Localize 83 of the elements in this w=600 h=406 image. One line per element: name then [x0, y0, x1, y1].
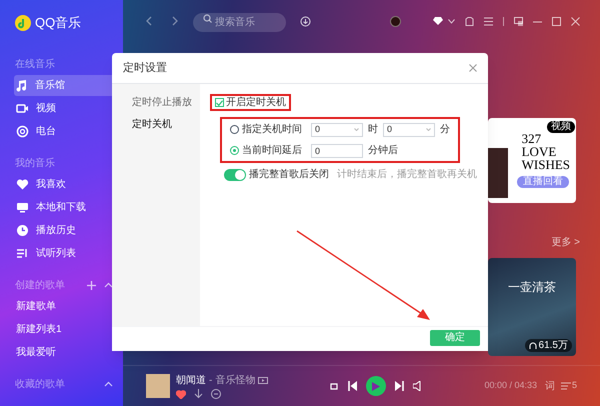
select-dropdown[interactable]: 0	[383, 122, 435, 136]
avatar[interactable]	[390, 16, 401, 26]
video-badge: 视频	[547, 121, 575, 133]
artist-name[interactable]: 音乐怪物	[215, 373, 256, 388]
plus-icon[interactable]	[87, 280, 96, 290]
playlist-icon	[16, 247, 29, 260]
section-title: 收藏的歌单	[15, 378, 65, 392]
chevron-up-icon[interactable]	[104, 282, 113, 288]
queue-icon	[560, 382, 571, 390]
volume-icon[interactable]	[413, 381, 422, 391]
dialog-title: 定时设置	[123, 60, 167, 76]
sidebar-item[interactable]: 电台	[15, 121, 115, 142]
sidebar-item[interactable]: 新建列表1	[15, 319, 115, 340]
promo-title-line: WISHES	[522, 158, 570, 171]
repeat-icon[interactable]	[329, 382, 339, 390]
toggle-label: 播完整首歌后关闭	[249, 168, 329, 182]
promo-title-line: LOVE	[522, 145, 556, 158]
back-icon[interactable]	[145, 16, 153, 26]
playlist-title: 一壶清茶	[508, 279, 556, 296]
diamond-icon[interactable]	[433, 17, 443, 25]
search-icon	[203, 14, 212, 23]
forward-icon[interactable]	[171, 16, 179, 26]
select-dropdown[interactable]: 0	[311, 122, 363, 136]
clock-icon	[16, 224, 29, 237]
note-icon	[15, 79, 28, 92]
radio-option[interactable]: 当前时间延后	[230, 143, 306, 158]
more-link[interactable]: 更多 >	[551, 235, 580, 250]
dialog-tab[interactable]: 定时停止播放	[132, 93, 200, 111]
next-icon[interactable]	[395, 381, 404, 391]
promo-number: 327	[522, 132, 542, 145]
unit-label: 分	[440, 123, 450, 137]
caret-icon	[354, 128, 359, 131]
radio-icon	[16, 125, 29, 138]
sidebar-item[interactable]: 本地和下载	[15, 197, 115, 218]
chevron-up-icon[interactable]	[104, 381, 113, 387]
section-title: 我的音乐	[15, 156, 55, 170]
shirt-icon[interactable]	[465, 16, 474, 26]
play-count: 61.5万	[524, 339, 572, 352]
mini-mode-icon[interactable]	[514, 16, 523, 26]
headphones-icon	[528, 342, 537, 350]
maximize-icon[interactable]	[552, 16, 561, 26]
enable-shutdown-checkbox[interactable]: 开启定时关机	[215, 95, 286, 110]
song-title[interactable]: 朝闻道	[176, 373, 206, 388]
previous-icon[interactable]	[348, 381, 357, 391]
hint-text: 计时结束后，播完整首歌再关机	[337, 168, 477, 182]
playlist-card[interactable]: 一壶清茶 61.5万	[488, 258, 576, 356]
download-icon[interactable]	[194, 389, 203, 399]
heart-icon[interactable]	[176, 390, 186, 398]
playback-time: 00:00 / 04:33	[484, 379, 537, 392]
unit-label: 分钟后	[368, 144, 398, 158]
download-icon[interactable]	[300, 16, 311, 26]
close-icon[interactable]	[469, 64, 477, 72]
minutes-input[interactable]: 0	[311, 144, 363, 158]
dialog-tab[interactable]: 定时关机	[132, 115, 200, 133]
checkmark-icon	[216, 100, 223, 106]
caret-icon	[426, 128, 431, 131]
qq-music-logo-icon	[15, 15, 31, 31]
sidebar-item[interactable]: 我最爱听	[15, 342, 115, 363]
sidebar-item[interactable]: 视频	[15, 98, 115, 119]
video-icon	[16, 102, 29, 115]
section-title: 创建的歌单	[15, 278, 65, 292]
sidebar-item[interactable]: 播放历史	[15, 220, 115, 241]
album-cover	[146, 374, 170, 398]
toggle-switch[interactable]	[224, 168, 246, 180]
radio-option[interactable]: 指定关机时间	[230, 122, 306, 137]
play-button[interactable]	[366, 376, 386, 396]
more-icon[interactable]	[211, 389, 221, 399]
app-logo-text: QQ音乐	[35, 14, 82, 32]
sidebar-item[interactable]: 试听列表	[15, 243, 115, 264]
chevron-down-icon[interactable]	[448, 18, 455, 24]
section-title: 在线音乐	[15, 58, 55, 72]
photo-placeholder	[488, 148, 508, 198]
promo-card[interactable]: 视频 327 LOVE WISHES 直播回看	[488, 118, 576, 203]
heart-icon	[16, 178, 29, 191]
title-separator: -	[209, 374, 212, 388]
unit-label: 时	[368, 122, 378, 137]
play-icon	[372, 382, 380, 390]
sidebar-item[interactable]: 新建歌单	[15, 296, 115, 317]
monitor-icon	[16, 201, 29, 214]
menu-icon[interactable]	[484, 16, 493, 26]
mv-icon[interactable]	[258, 377, 268, 384]
sidebar-item[interactable]: 我喜欢	[15, 174, 115, 195]
lyrics-button[interactable]: 词	[544, 378, 555, 394]
